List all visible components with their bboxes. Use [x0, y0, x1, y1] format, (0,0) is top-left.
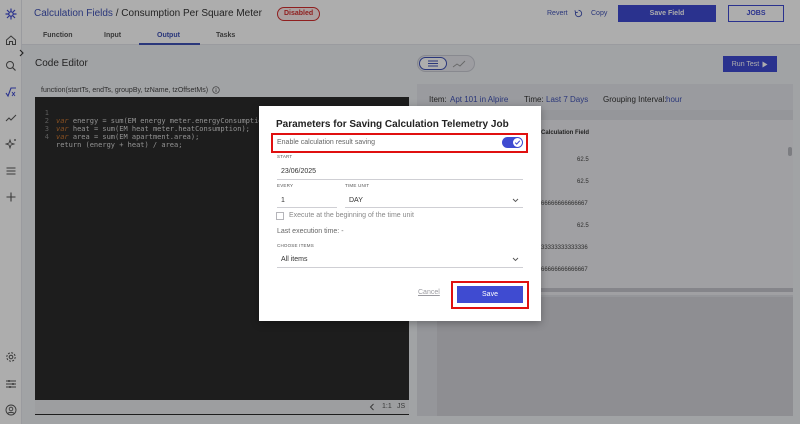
- enable-saving-toggle[interactable]: [502, 137, 523, 148]
- time-unit-label: TIME UNIT: [345, 183, 370, 188]
- save-telemetry-job-dialog: Parameters for Saving Calculation Teleme…: [259, 106, 541, 321]
- time-unit-select[interactable]: DAY: [349, 197, 363, 204]
- choose-items-select[interactable]: All items: [281, 256, 307, 263]
- time-unit-underline: [345, 207, 523, 208]
- execute-at-beginning-label: Execute at the beginning of the time uni…: [289, 212, 414, 219]
- start-date-input[interactable]: 23/06/2025: [281, 168, 316, 175]
- chevron-down-icon[interactable]: [512, 257, 519, 262]
- every-underline: [277, 207, 337, 208]
- last-execution-time: Last execution time: -: [277, 228, 344, 235]
- choose-items-underline: [277, 267, 523, 268]
- execute-at-beginning-checkbox[interactable]: [276, 212, 284, 220]
- start-underline: [277, 179, 523, 180]
- chevron-down-icon[interactable]: [512, 198, 519, 203]
- choose-items-label: CHOOSE ITEMS: [277, 243, 314, 248]
- dialog-title: Parameters for Saving Calculation Teleme…: [276, 119, 509, 130]
- save-button[interactable]: Save: [457, 286, 523, 303]
- enable-saving-label: Enable calculation result saving: [277, 139, 376, 146]
- every-label: EVERY: [277, 183, 294, 188]
- cancel-button[interactable]: Cancel: [418, 289, 440, 296]
- every-input[interactable]: 1: [281, 197, 285, 204]
- check-icon: [513, 138, 522, 147]
- start-label: START: [277, 154, 293, 159]
